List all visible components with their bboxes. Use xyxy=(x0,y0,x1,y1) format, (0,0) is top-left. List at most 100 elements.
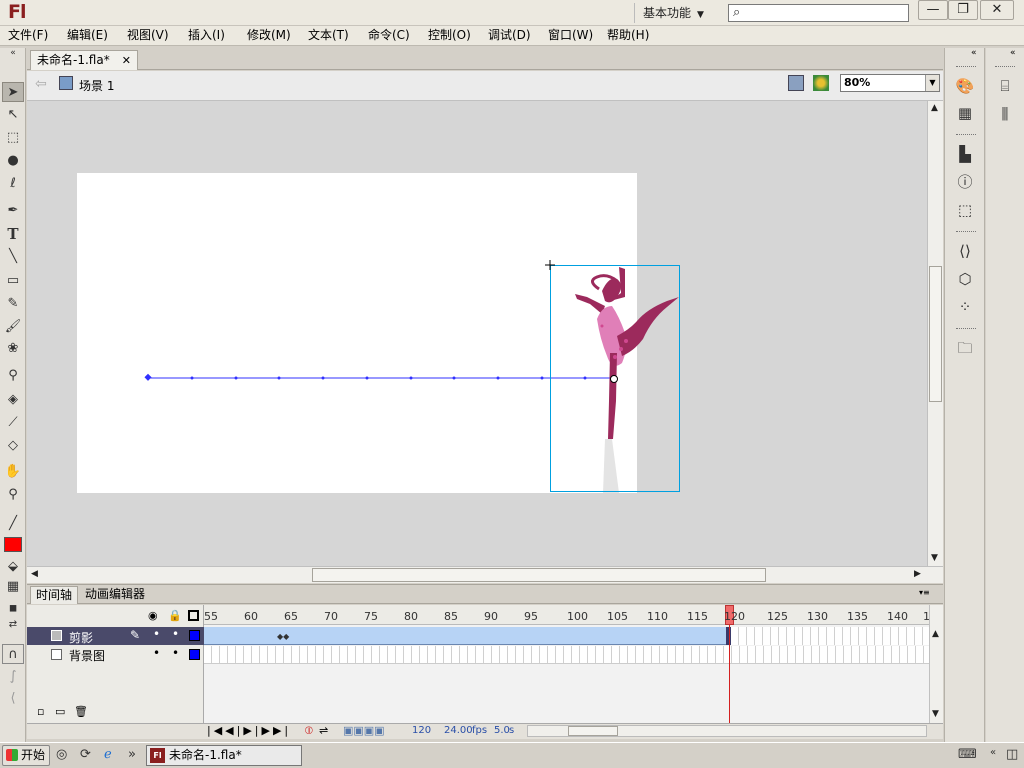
3d-rotation-icon[interactable]: ● xyxy=(2,151,24,171)
restore-button[interactable]: ❐ xyxy=(948,0,978,20)
frame-rate[interactable]: 24.00 xyxy=(444,725,473,736)
layer-outline-color[interactable] xyxy=(189,649,200,660)
paint-bucket-icon[interactable]: ◈ xyxy=(2,390,24,410)
minimize-button[interactable]: — xyxy=(918,0,948,20)
brush-icon[interactable]: 🖌 xyxy=(2,317,24,337)
scroll-up-icon[interactable]: ▲ xyxy=(932,629,939,639)
motion-presets-icon[interactable]: ⁘ xyxy=(955,297,975,317)
tray-expand-icon[interactable]: « xyxy=(990,747,996,758)
collapse-icon[interactable]: « xyxy=(971,48,977,58)
tray-app-icon[interactable]: ◫ xyxy=(1006,747,1018,762)
current-frame[interactable]: 120 xyxy=(412,725,431,736)
tab-motion-editor[interactable]: 动画编辑器 xyxy=(80,586,150,604)
vertical-scroll-thumb[interactable] xyxy=(929,266,942,402)
back-arrow-icon[interactable]: ⇦ xyxy=(35,76,47,92)
rectangle-icon[interactable]: ▭ xyxy=(2,271,24,291)
close-tab-icon[interactable]: ✕ xyxy=(122,51,131,70)
workspace-switcher[interactable]: 基本功能 ▼ xyxy=(634,3,714,23)
menu-text[interactable]: 文本(T) xyxy=(308,27,349,44)
timeline-frames[interactable]: 55 60 65 70 75 80 85 90 95 100 105 110 115 125 130 135 1… xyxy=(204,605,929,723)
property-keyframe-icon[interactable]: ◆◆ xyxy=(277,632,289,641)
visibility-dot-icon[interactable]: • xyxy=(153,627,160,641)
zoom-select[interactable]: 80% ▼ xyxy=(840,74,940,92)
timeline-horizontal-scrollbar[interactable] xyxy=(527,725,927,737)
swatch-grid-icon[interactable]: ▦ xyxy=(2,577,24,597)
panel-grip[interactable] xyxy=(956,134,976,137)
eraser-icon[interactable]: ◇ xyxy=(2,436,24,456)
tab-timeline[interactable]: 时间轴 xyxy=(30,586,79,604)
playback-controls[interactable]: |◀◀|▶|▶▶| xyxy=(207,724,291,737)
fill-bucket-icon[interactable]: ⬙ xyxy=(2,557,24,577)
lock-dot-icon[interactable]: • xyxy=(172,627,179,641)
actions-icon[interactable]: ⟨⟩ xyxy=(955,241,975,261)
start-button[interactable]: 开始 xyxy=(2,745,50,766)
menu-control[interactable]: 控制(O) xyxy=(428,27,471,44)
library-icon[interactable]: ⫼ xyxy=(995,104,1015,124)
straighten-icon[interactable]: ⟨ xyxy=(2,689,24,709)
deco-icon[interactable]: ❀ xyxy=(2,339,24,359)
free-transform-icon[interactable]: ⬚ xyxy=(2,128,24,148)
menu-view[interactable]: 视图(V) xyxy=(127,27,169,44)
subselection-icon[interactable]: ↖ xyxy=(2,105,24,125)
close-button[interactable]: ✕ xyxy=(980,0,1014,20)
collapse-icon[interactable]: « xyxy=(1010,48,1016,58)
more-icon[interactable]: » xyxy=(128,747,136,762)
fill-color-swatch[interactable] xyxy=(4,537,22,552)
swap-colors-icon[interactable]: ⇄ xyxy=(2,615,24,635)
hand-icon[interactable]: ✋ xyxy=(2,462,24,482)
scroll-down-icon[interactable]: ▼ xyxy=(932,709,939,719)
movie-explorer-icon[interactable]: 🗀 xyxy=(955,338,975,358)
menu-help[interactable]: 帮助(H) xyxy=(607,27,649,44)
panel-grip[interactable] xyxy=(995,66,1015,69)
new-layer-icon[interactable]: ▫ xyxy=(37,705,44,718)
scene-label[interactable]: 场景 1 xyxy=(79,77,114,94)
ie-icon[interactable]: ℯ xyxy=(104,747,112,762)
pencil-icon[interactable]: ✎ xyxy=(2,294,24,314)
info-icon[interactable]: ⓘ xyxy=(955,172,975,192)
background-layer-frames[interactable] xyxy=(204,646,929,664)
help-search-input[interactable]: ⌕ xyxy=(728,4,909,22)
components-icon[interactable]: ⬡ xyxy=(955,269,975,289)
outline-icon[interactable] xyxy=(188,610,199,621)
new-folder-icon[interactable]: ▭ xyxy=(55,705,65,718)
snap-magnet-icon[interactable]: ∩ xyxy=(2,644,24,664)
onion-skin-icon[interactable]: ▣▣▣▣ xyxy=(343,724,385,737)
transform-icon[interactable]: ⬚ xyxy=(955,200,975,220)
keyboard-icon[interactable]: ⌨ xyxy=(958,747,977,762)
edit-symbols-icon[interactable] xyxy=(813,75,829,91)
show-hide-eye-icon[interactable]: ◉ xyxy=(148,609,158,622)
menu-file[interactable]: 文件(F) xyxy=(8,27,48,44)
visibility-dot-icon[interactable]: • xyxy=(153,646,160,660)
align-icon[interactable]: ▙ xyxy=(955,144,975,164)
document-tab[interactable]: 未命名-1.fla* ✕ xyxy=(30,50,138,70)
panel-grip[interactable] xyxy=(956,231,976,234)
layer-row[interactable]: 背景图 • • xyxy=(27,646,204,664)
lock-dot-icon[interactable]: • xyxy=(172,646,179,660)
eyedropper-icon[interactable]: ⟋ xyxy=(2,413,24,433)
menu-commands[interactable]: 命令(C) xyxy=(368,27,410,44)
stage-vertical-scrollbar[interactable]: ▲ ▼ xyxy=(927,101,943,566)
loop-icon[interactable]: ⇌ xyxy=(319,724,328,737)
selection-arrow-icon[interactable]: ➤ xyxy=(2,82,24,102)
scroll-down-icon[interactable]: ▼ xyxy=(931,553,938,563)
menu-insert[interactable]: 插入(I) xyxy=(188,27,225,44)
empty-frames[interactable] xyxy=(731,627,929,645)
lock-icon[interactable]: 🔒 xyxy=(168,609,182,622)
center-frame-icon[interactable]: ⦶ xyxy=(305,724,313,738)
timeline-vertical-scrollbar[interactable]: ▲ ▼ xyxy=(929,605,943,723)
panel-menu-icon[interactable]: ▾≡ xyxy=(919,588,930,597)
swatches-icon[interactable]: ▦ xyxy=(955,103,975,123)
horizontal-scroll-thumb[interactable] xyxy=(312,568,766,582)
zoom-icon[interactable]: ⚲ xyxy=(2,485,24,505)
stage-horizontal-scrollbar[interactable]: ◀ ▶ xyxy=(27,566,943,583)
scroll-left-icon[interactable]: ◀ xyxy=(31,569,38,579)
timeline-scroll-thumb[interactable] xyxy=(568,726,618,736)
menu-window[interactable]: 窗口(W) xyxy=(548,27,593,44)
edit-scene-icon[interactable] xyxy=(788,75,804,91)
text-icon[interactable]: T xyxy=(2,224,24,244)
layer-name[interactable]: 剪影 xyxy=(69,629,93,646)
taskbar-item-flash[interactable]: Fl 未命名-1.fla* xyxy=(146,745,302,766)
color-palette-icon[interactable]: 🎨 xyxy=(955,76,975,96)
scroll-up-icon[interactable]: ▲ xyxy=(931,103,938,113)
bone-icon[interactable]: ⚲ xyxy=(2,366,24,386)
